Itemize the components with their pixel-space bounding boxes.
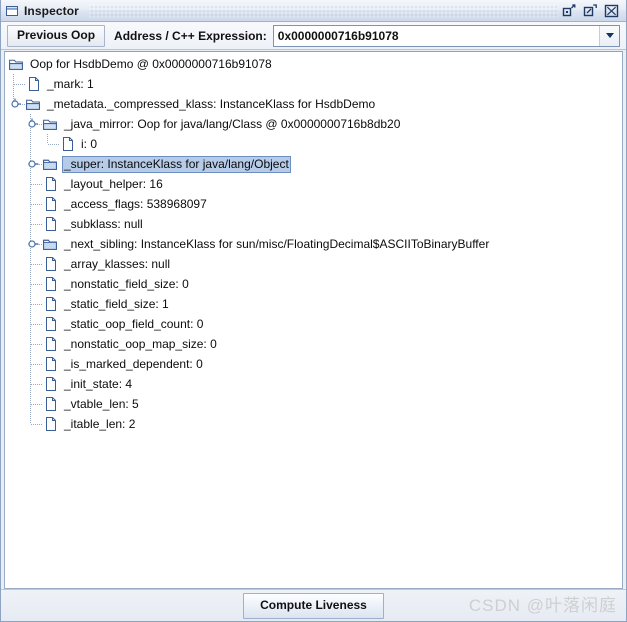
document-icon <box>43 276 59 292</box>
tree-row-label: _metadata._compressed_klass: InstanceKla… <box>47 96 376 111</box>
tree-row[interactable]: _nonstatic_field_size: 0 <box>5 274 622 294</box>
minimize-button[interactable] <box>562 3 577 18</box>
folder-closed-icon <box>43 236 59 252</box>
tree-row-label: _static_field_size: 1 <box>64 296 169 311</box>
tree-row-indent <box>5 314 43 334</box>
compute-liveness-button[interactable]: Compute Liveness <box>243 592 384 619</box>
tree-row-label: _access_flags: 538968097 <box>64 196 207 211</box>
tree-row[interactable]: _array_klasses: null <box>5 254 622 274</box>
tree-row-label: Oop for HsdbDemo @ 0x0000000716b91078 <box>30 56 272 71</box>
tree-row-indent <box>5 154 43 174</box>
tree-row-indent <box>5 234 43 254</box>
tree-row-indent <box>5 394 43 414</box>
tree-row-indent <box>5 254 43 274</box>
tree-row-label: _super: InstanceKlass for java/lang/Obje… <box>62 155 291 173</box>
folder-open-icon <box>43 116 59 132</box>
chevron-down-icon[interactable] <box>599 25 619 46</box>
tree-row[interactable]: _itable_len: 2 <box>5 414 622 434</box>
tree-row[interactable]: _next_sibling: InstanceKlass for sun/mis… <box>5 234 622 254</box>
tree-collapse-toggle-icon[interactable] <box>27 114 43 134</box>
tree-row-indent <box>5 374 43 394</box>
tree-row-label: _nonstatic_field_size: 0 <box>64 276 189 291</box>
tree-row-indent <box>5 174 43 194</box>
tree-row[interactable]: _vtable_len: 5 <box>5 394 622 414</box>
previous-oop-button[interactable]: Previous Oop <box>7 24 106 47</box>
document-icon <box>43 216 59 232</box>
close-button[interactable] <box>604 3 619 18</box>
address-input[interactable] <box>273 25 599 46</box>
tree-row[interactable]: _static_field_size: 1 <box>5 294 622 314</box>
tree-row-label: _array_klasses: null <box>64 256 171 271</box>
maximize-button[interactable] <box>583 3 598 18</box>
tree-row-indent <box>5 134 60 154</box>
tree-row-label: _is_marked_dependent: 0 <box>64 356 203 371</box>
tree-collapse-toggle-icon[interactable] <box>10 94 26 114</box>
document-icon <box>26 76 42 92</box>
tree-row-label: _java_mirror: Oop for java/lang/Class @ … <box>64 116 401 131</box>
tree-row-indent <box>5 294 43 314</box>
tree-row-indent <box>5 354 43 374</box>
document-icon <box>43 336 59 352</box>
oop-tree: Oop for HsdbDemo @ 0x0000000716b91078 _ma… <box>5 52 622 434</box>
inspector-frame: Inspector Previous Oop Address / C++ Exp… <box>0 0 627 622</box>
tree-row[interactable]: _subklass: null <box>5 214 622 234</box>
tree-row[interactable]: _access_flags: 538968097 <box>5 194 622 214</box>
tree-row-indent <box>5 94 26 114</box>
document-icon <box>43 416 59 432</box>
window-title: Inspector <box>24 3 79 18</box>
tree-row-label: _init_state: 4 <box>64 376 133 391</box>
folder-closed-icon <box>43 156 59 172</box>
tree-row-label: _nonstatic_oop_map_size: 0 <box>64 336 217 351</box>
tree-row-label: _itable_len: 2 <box>64 416 136 431</box>
bottom-toolbar: Compute Liveness <box>1 589 626 621</box>
window-titlebar: Inspector <box>1 0 626 22</box>
tree-row-indent <box>5 214 43 234</box>
tree-row[interactable]: _nonstatic_oop_map_size: 0 <box>5 334 622 354</box>
tree-row-indent <box>5 334 43 354</box>
tree-row[interactable]: Oop for HsdbDemo @ 0x0000000716b91078 <box>5 54 622 74</box>
document-icon <box>43 376 59 392</box>
tree-row[interactable]: _is_marked_dependent: 0 <box>5 354 622 374</box>
tree-row-label: i: 0 <box>81 136 98 151</box>
document-icon <box>43 296 59 312</box>
window-icon <box>5 4 19 18</box>
document-icon <box>43 316 59 332</box>
tree-expand-toggle-icon[interactable] <box>27 234 43 254</box>
oop-tree-panel[interactable]: Oop for HsdbDemo @ 0x0000000716b91078 _ma… <box>4 51 623 589</box>
tree-row-label: _layout_helper: 16 <box>64 176 163 191</box>
tree-row-indent <box>5 194 43 214</box>
document-icon <box>43 256 59 272</box>
tree-row-label: _vtable_len: 5 <box>64 396 139 411</box>
tree-row-label: _subklass: null <box>64 216 143 231</box>
tree-row-label: _next_sibling: InstanceKlass for sun/mis… <box>64 236 490 251</box>
document-icon <box>60 136 76 152</box>
document-icon <box>43 196 59 212</box>
tree-row[interactable]: _mark: 1 <box>5 74 622 94</box>
tree-row-indent <box>5 74 26 94</box>
tree-row[interactable]: _static_oop_field_count: 0 <box>5 314 622 334</box>
tree-row[interactable]: i: 0 <box>5 134 622 154</box>
tree-row[interactable]: _init_state: 4 <box>5 374 622 394</box>
tree-row-indent <box>5 274 43 294</box>
address-toolbar: Previous Oop Address / C++ Expression: <box>1 22 626 50</box>
tree-row[interactable]: _metadata._compressed_klass: InstanceKla… <box>5 94 622 114</box>
tree-row[interactable]: _java_mirror: Oop for java/lang/Class @ … <box>5 114 622 134</box>
folder-open-icon <box>26 96 42 112</box>
inspector-window-root: Inspector Previous Oop Address / C++ Exp… <box>0 0 627 622</box>
address-combobox[interactable] <box>272 24 620 47</box>
tree-expand-toggle-icon[interactable] <box>27 154 43 174</box>
tree-row-label: _static_oop_field_count: 0 <box>64 316 204 331</box>
titlebar-texture <box>88 3 558 18</box>
document-icon <box>43 176 59 192</box>
tree-row[interactable]: _layout_helper: 16 <box>5 174 622 194</box>
window-controls <box>562 3 623 18</box>
document-icon <box>43 396 59 412</box>
tree-row-indent <box>5 114 43 134</box>
folder-open-icon <box>9 56 25 72</box>
tree-row-indent <box>5 414 43 434</box>
address-expression-label: Address / C++ Expression: <box>114 28 267 43</box>
tree-row-label: _mark: 1 <box>47 76 94 91</box>
tree-row[interactable]: _super: InstanceKlass for java/lang/Obje… <box>5 154 622 174</box>
document-icon <box>43 356 59 372</box>
